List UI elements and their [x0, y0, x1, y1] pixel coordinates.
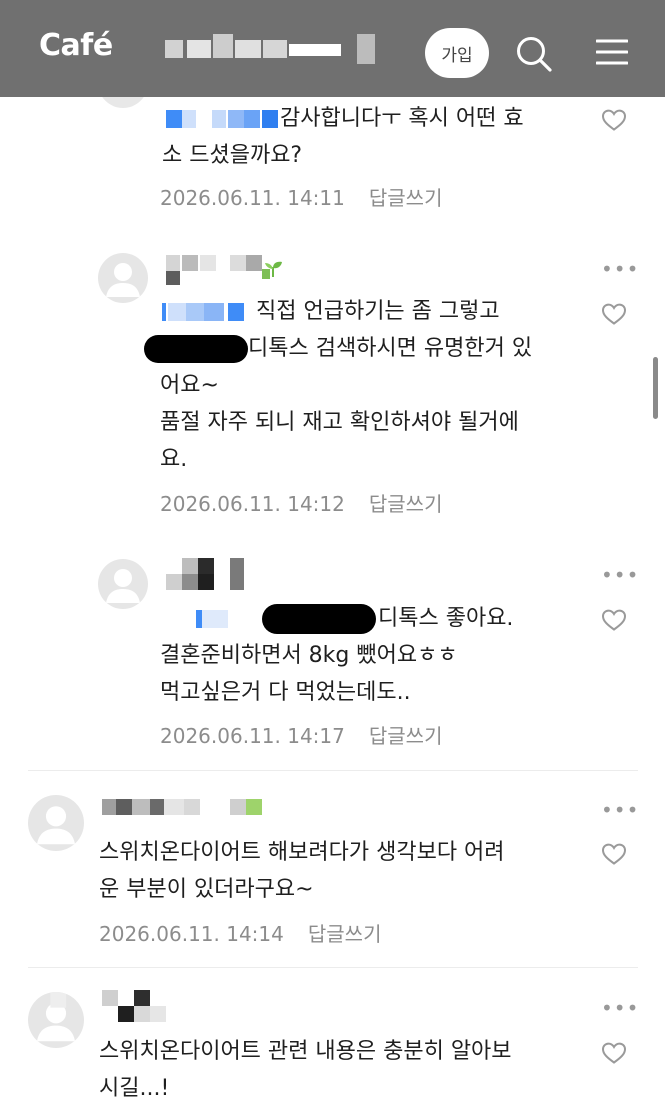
- default-profile-icon: [36, 806, 76, 845]
- redacted-text: [144, 335, 248, 363]
- avatar[interactable]: [28, 992, 84, 1048]
- comment-meta: 2026.06.11. 14:14 답글쓰기: [99, 918, 381, 947]
- default-profile-icon: [106, 569, 140, 603]
- reply-button[interactable]: 답글쓰기: [369, 492, 443, 516]
- comment-line: 디톡스 검색하시면 유명한거 있: [248, 336, 533, 361]
- comment-item: ••• 스위치온다이어트 해보려다가 생각보다 어려 운 부분이 있더라구요~ …: [0, 780, 665, 965]
- comment-line: 스위치온다이어트 해보려다가 생각보다 어려: [99, 840, 505, 865]
- comment-text: 디톡스 좋아요. 결혼준비하면서 8kg 뺐어요ㅎㅎ 먹고싶은거 다 먹었는데도…: [160, 600, 590, 711]
- comment-line: 품절 자주 되니 재고 확인하셔야 될거에: [160, 410, 519, 435]
- comment-meta: 2026.06.11. 14:12 답글쓰기: [160, 488, 442, 517]
- cafe-name-blurred[interactable]: [165, 34, 380, 64]
- default-profile-icon: [106, 263, 140, 297]
- cafe-logo[interactable]: Café: [39, 28, 113, 63]
- comment-text: 스위치온다이어트 해보려다가 생각보다 어려 운 부분이 있더라구요~: [99, 834, 569, 908]
- avatar[interactable]: [28, 795, 84, 851]
- top-app-bar: Café 가입: [0, 0, 665, 97]
- avatar[interactable]: [98, 253, 148, 303]
- comment-date: 2026.06.11. 14:11: [160, 186, 345, 210]
- comment-line: 디톡스 좋아요.: [378, 606, 514, 631]
- reply-button[interactable]: 답글쓰기: [369, 724, 443, 748]
- mention-tag[interactable]: [162, 110, 280, 128]
- comment-line: 스위치온다이어트 관련 내용은 충분히 알아보: [99, 1039, 512, 1064]
- nickname-blurred[interactable]: [102, 990, 172, 1024]
- comment-line: 결혼준비하면서 8kg 뺐어요ㅎㅎ: [160, 643, 458, 668]
- heart-icon[interactable]: [601, 108, 627, 132]
- comment-meta: 2026.06.11. 14:17 답글쓰기: [160, 720, 442, 749]
- join-button[interactable]: 가입: [425, 28, 489, 78]
- comment-line: 감사합니다ㅜ 혹시 어떤 효: [280, 106, 524, 131]
- heart-icon[interactable]: [601, 302, 627, 326]
- comment-meta: 2026.06.11. 14:11 답글쓰기: [160, 182, 442, 211]
- comment-line: 직접 언급하기는 좀 그렇고: [256, 299, 500, 324]
- more-options-button[interactable]: •••: [601, 800, 638, 820]
- reply-button[interactable]: 답글쓰기: [369, 186, 443, 210]
- comment-divider: [28, 770, 638, 771]
- mention-tag[interactable]: [160, 610, 258, 628]
- comment-text: 스위치온다이어트 관련 내용은 충분히 알아보 시길...!: [99, 1033, 569, 1107]
- comment-line: 어요~: [160, 373, 219, 398]
- comment-item: ••• 디톡스 좋아요. 결혼준비하면서 8kg 뺐어요ㅎㅎ 먹고싶은거 다 먹…: [0, 546, 665, 766]
- default-profile-icon: [36, 992, 76, 1042]
- comment-date: 2026.06.11. 14:17: [160, 724, 345, 748]
- comment-divider: [28, 967, 638, 968]
- heart-icon[interactable]: [601, 842, 627, 866]
- reply-button[interactable]: 답글쓰기: [308, 922, 382, 946]
- more-options-button[interactable]: •••: [601, 565, 638, 585]
- mention-tag[interactable]: [160, 303, 256, 321]
- comment-line: 먹고싶은거 다 먹었는데도..: [160, 680, 411, 705]
- heart-icon[interactable]: [601, 1041, 627, 1065]
- comment-line: 운 부분이 있더라구요~: [99, 877, 314, 902]
- sprout-level-icon: [265, 261, 282, 277]
- comment-text: 직접 언급하기는 좀 그렇고 디톡스 검색하시면 유명한거 있 어요~ 품절 자…: [144, 293, 590, 478]
- more-options-button[interactable]: •••: [601, 998, 638, 1018]
- heart-icon[interactable]: [601, 608, 627, 632]
- hamburger-menu-icon[interactable]: [596, 38, 628, 66]
- search-icon[interactable]: [515, 35, 553, 73]
- nickname-blurred[interactable]: [102, 799, 272, 815]
- comment-date: 2026.06.11. 14:14: [99, 922, 284, 946]
- comment-line: 소 드셨을까요?: [162, 143, 303, 168]
- comment-text: 감사합니다ㅜ 혹시 어떤 효 소 드셨을까요?: [162, 100, 582, 174]
- comment-item: ••• 직접 언급하기는 좀 그렇고 디톡스 검색하시면 유명한거 있 어요~ …: [0, 240, 665, 540]
- more-options-button[interactable]: •••: [601, 259, 638, 279]
- comment-line: 시길...!: [99, 1076, 170, 1101]
- redacted-text: [262, 604, 376, 634]
- comment-date: 2026.06.11. 14:12: [160, 492, 345, 516]
- avatar[interactable]: [98, 559, 148, 609]
- nickname-blurred[interactable]: [166, 558, 256, 592]
- comment-item: ••• 스위치온다이어트 관련 내용은 충분히 알아보 시길...!: [0, 975, 665, 1104]
- comment-line: 요.: [160, 447, 188, 472]
